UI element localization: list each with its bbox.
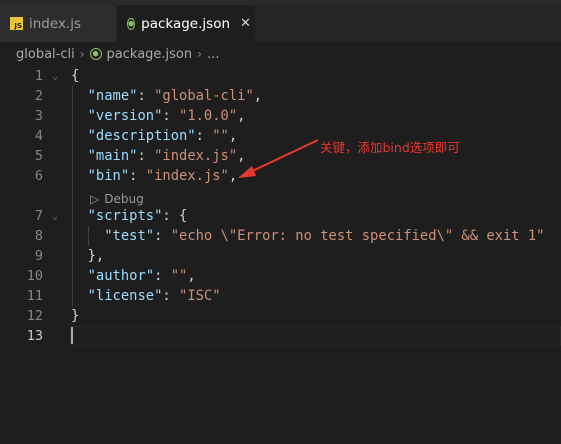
annotation-arrow: [238, 139, 319, 178]
